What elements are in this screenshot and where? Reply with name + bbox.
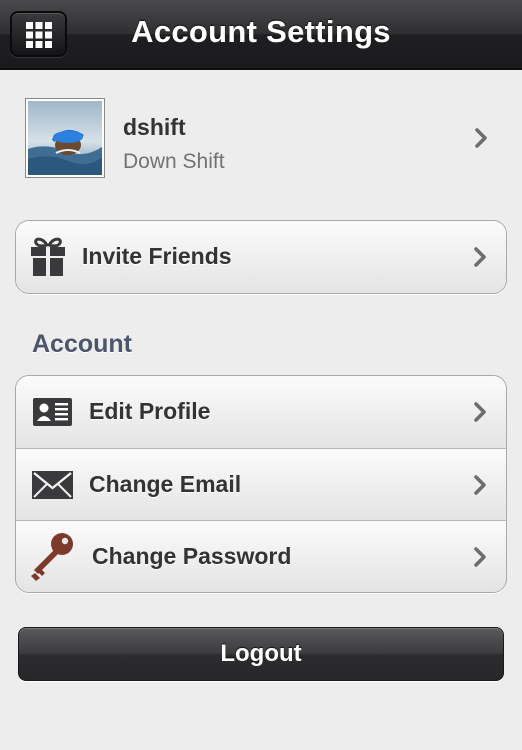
grid-menu-icon (26, 22, 52, 48)
change-email-cell[interactable]: Change Email (16, 448, 506, 520)
chevron-right-icon (474, 547, 486, 567)
navigation-bar: Account Settings (0, 0, 522, 70)
envelope-icon (32, 471, 73, 499)
id-card-icon (33, 398, 72, 426)
change-email-label: Change Email (89, 471, 242, 497)
account-section-header: Account (32, 330, 132, 358)
profile-full-name: Down Shift (123, 150, 225, 173)
change-password-label: Change Password (92, 543, 292, 569)
logout-button[interactable]: Logout (18, 627, 504, 681)
edit-profile-label: Edit Profile (89, 398, 211, 424)
avatar (26, 99, 104, 177)
invite-friends-label: Invite Friends (82, 243, 232, 269)
account-group: Edit Profile Change Email Change Passwor… (15, 375, 507, 593)
chevron-right-icon (474, 475, 486, 495)
gift-icon (31, 237, 65, 276)
key-icon (31, 533, 73, 581)
profile-username: dshift (123, 114, 186, 140)
edit-profile-cell[interactable]: Edit Profile (16, 376, 506, 448)
page-title: Account Settings (131, 14, 391, 49)
invite-group: Invite Friends (15, 220, 507, 294)
chevron-right-icon (475, 128, 487, 148)
invite-friends-cell[interactable]: Invite Friends (16, 221, 506, 293)
menu-button[interactable] (10, 11, 67, 57)
change-password-cell[interactable]: Change Password (16, 520, 506, 592)
chevron-right-icon (474, 247, 486, 267)
profile-row[interactable]: dshift Down Shift (0, 90, 522, 186)
chevron-right-icon (474, 402, 486, 422)
